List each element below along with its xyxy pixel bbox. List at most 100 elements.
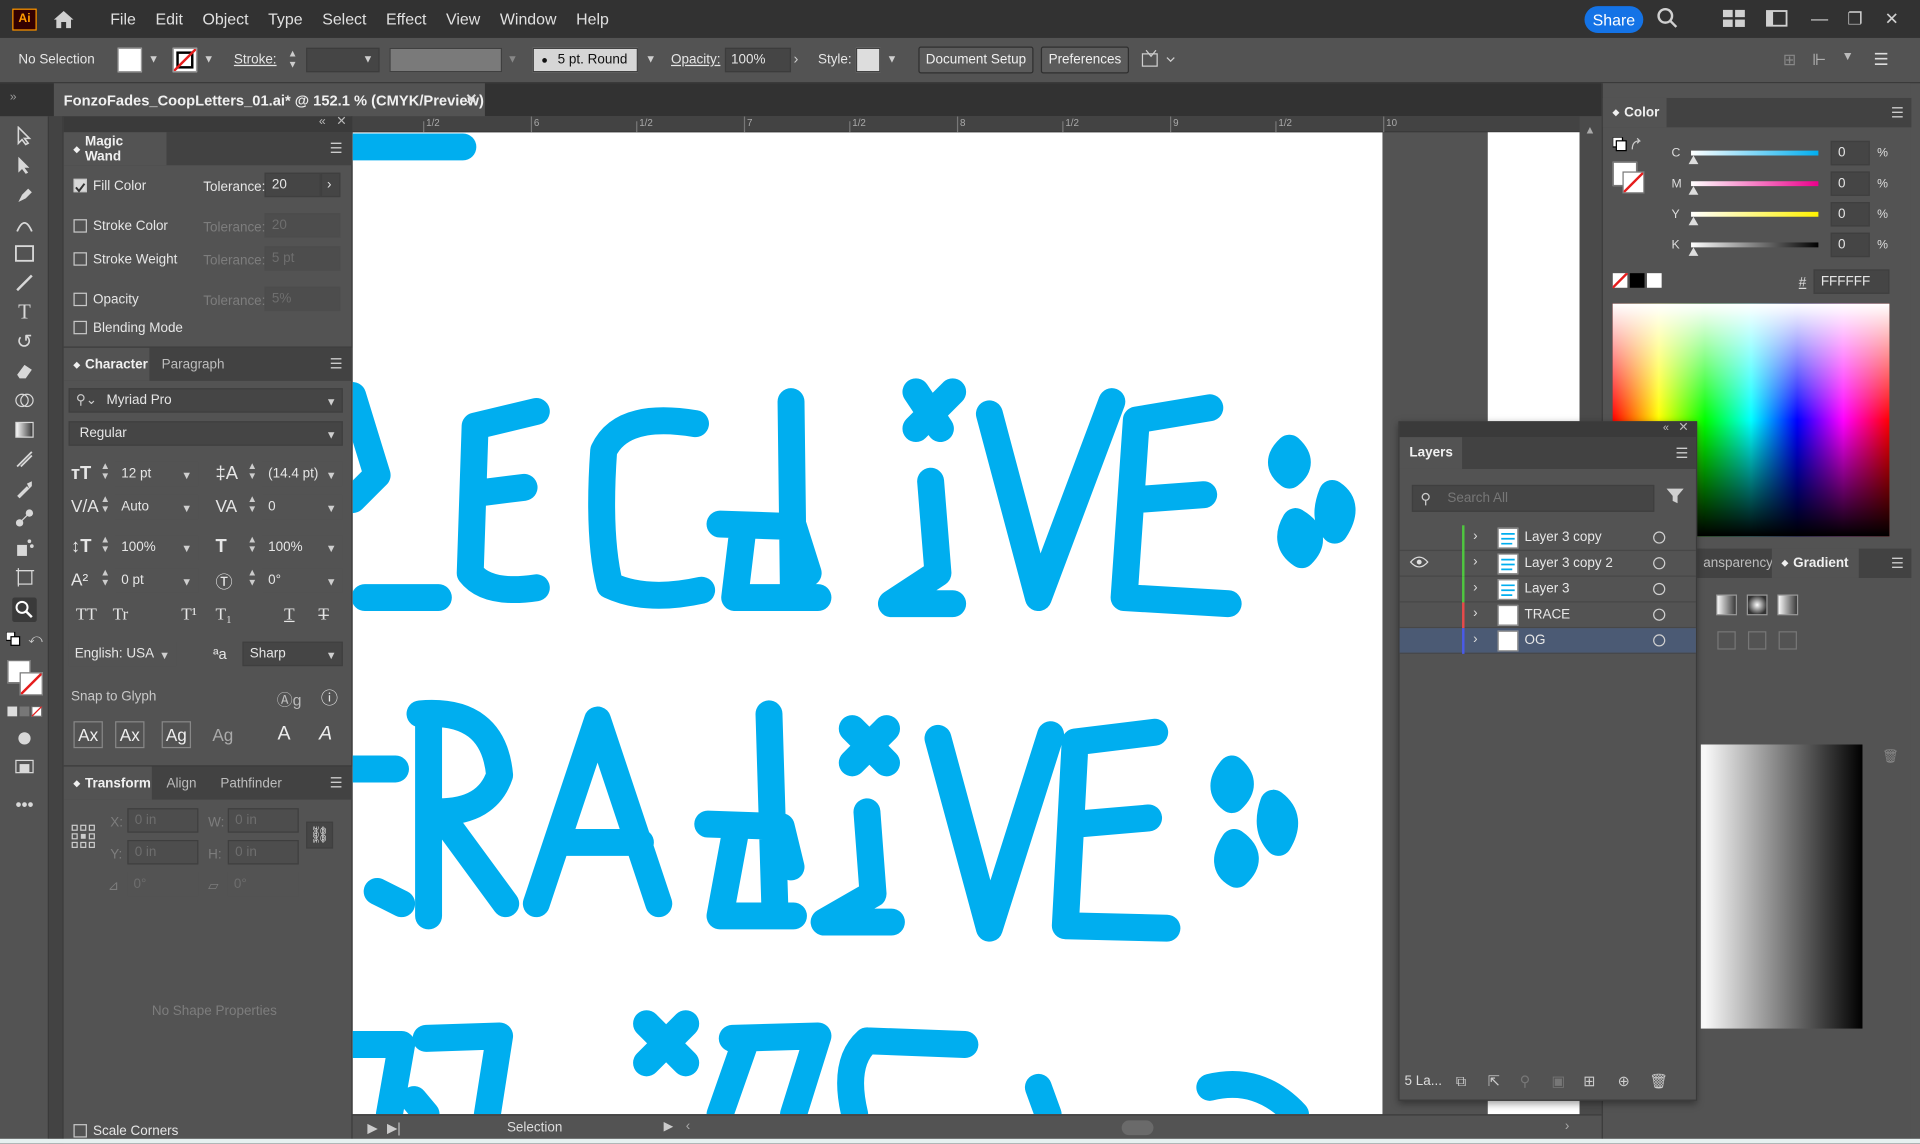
- new-sublayer-icon[interactable]: ⊞: [1583, 1073, 1595, 1090]
- layers-search-input[interactable]: Search All: [1411, 484, 1655, 512]
- stroke-color-icon[interactable]: [19, 672, 43, 696]
- align-icon[interactable]: ⊞: [1783, 50, 1796, 70]
- default-colors-icon[interactable]: [5, 631, 22, 648]
- channel-value-input[interactable]: 0: [1830, 140, 1870, 166]
- symbol-sprayer-tool-icon[interactable]: [12, 535, 36, 559]
- font-family-input[interactable]: Myriad Pro: [68, 388, 343, 413]
- scale-corners-checkbox[interactable]: [73, 1124, 87, 1138]
- snap-baseline-icon[interactable]: Ax: [73, 721, 103, 749]
- fill-color-checkbox[interactable]: [73, 178, 87, 193]
- stroke-swatch[interactable]: [172, 47, 198, 73]
- expand-chevron-icon[interactable]: ›: [1473, 632, 1477, 647]
- baseline-stepper[interactable]: ▲ ▼: [100, 568, 110, 588]
- leading-stepper[interactable]: ▲ ▼: [247, 461, 257, 482]
- slider-handle[interactable]: [1688, 155, 1699, 165]
- paintbrush-tool-icon[interactable]: [12, 271, 36, 295]
- curvature-tool-icon[interactable]: [12, 212, 36, 236]
- slider-handle[interactable]: [1688, 216, 1699, 226]
- chevron-down-icon[interactable]: ▼: [326, 542, 337, 554]
- tab-magic-wand[interactable]: ◆ Magic Wand: [63, 132, 167, 166]
- menu-select[interactable]: Select: [312, 10, 376, 28]
- close-tab-icon[interactable]: ✕: [465, 91, 477, 108]
- target-circle-icon[interactable]: [1653, 531, 1666, 544]
- constrain-proportions-icon[interactable]: ⛓: [306, 821, 334, 849]
- status-menu-icon[interactable]: ▶: [664, 1120, 673, 1133]
- scroll-up-icon[interactable]: ▲: [1585, 124, 1596, 136]
- channel-value-input[interactable]: 0: [1830, 232, 1870, 258]
- expand-chevron-icon[interactable]: ›: [1473, 580, 1477, 595]
- chevron-right-icon[interactable]: ›: [793, 50, 798, 67]
- snap-angular-icon[interactable]: A: [269, 721, 298, 748]
- draw-mode-icon[interactable]: [12, 726, 36, 750]
- channel-slider[interactable]: [1691, 242, 1819, 248]
- none-white-black-swatches[interactable]: [1611, 272, 1667, 293]
- collapse-panels-icon[interactable]: «: [319, 115, 326, 128]
- close-panels-icon[interactable]: ✕: [336, 115, 346, 128]
- tab-transparency[interactable]: ansparency: [1693, 549, 1782, 578]
- panel-menu-icon[interactable]: ☰: [1891, 104, 1904, 121]
- target-circle-icon[interactable]: [1653, 608, 1666, 621]
- arrange-documents-icon[interactable]: [1141, 49, 1175, 75]
- chevron-down-icon[interactable]: ▼: [326, 396, 337, 408]
- visibility-eye-icon[interactable]: [1409, 632, 1431, 649]
- fill-tolerance-input[interactable]: 20: [264, 172, 321, 198]
- chevron-down-icon[interactable]: ▼: [203, 53, 214, 65]
- opacity-label[interactable]: Opacity:: [671, 53, 720, 68]
- eyedropper-tool-icon[interactable]: [12, 476, 36, 500]
- channel-value-input[interactable]: 0: [1830, 202, 1870, 227]
- control-menu-icon[interactable]: ☰: [1873, 49, 1888, 70]
- info-icon[interactable]: ⓘ: [321, 686, 338, 710]
- document-setup-button[interactable]: Document Setup: [918, 46, 1034, 74]
- target-circle-icon[interactable]: [1653, 557, 1666, 570]
- target-circle-icon[interactable]: [1653, 634, 1666, 647]
- layers-panel-titlebar[interactable]: « ✕: [1399, 421, 1696, 438]
- tab-color[interactable]: ◆ Color: [1602, 97, 1667, 128]
- chevron-down-icon[interactable]: ▼: [326, 429, 337, 441]
- chevron-down-icon[interactable]: ▼: [507, 53, 518, 65]
- gradient-type-icons[interactable]: [1716, 593, 1802, 621]
- home-icon[interactable]: [51, 8, 75, 30]
- menu-file[interactable]: File: [100, 10, 145, 28]
- menu-help[interactable]: Help: [566, 10, 618, 28]
- tracking-stepper[interactable]: ▲ ▼: [247, 494, 257, 515]
- share-button[interactable]: Share: [1584, 6, 1644, 34]
- fill-stroke-mini-icon[interactable]: [1612, 136, 1645, 160]
- opacity-field[interactable]: 100%: [724, 47, 792, 73]
- tab-character[interactable]: ◆ Character: [63, 347, 150, 381]
- pen-tool-icon[interactable]: [12, 182, 36, 206]
- subscript-icon[interactable]: T₁: [216, 606, 232, 626]
- underline-icon[interactable]: T: [284, 606, 294, 626]
- export-icon[interactable]: ⇱: [1488, 1073, 1500, 1090]
- blend-tool-icon[interactable]: [12, 506, 36, 530]
- fill-swatch[interactable]: [117, 47, 143, 73]
- channel-slider[interactable]: [1691, 211, 1819, 217]
- color-stroke-swatch[interactable]: [1622, 171, 1645, 194]
- shape-builder-tool-icon[interactable]: [12, 388, 36, 412]
- chevron-down-icon[interactable]: ▼: [181, 576, 192, 588]
- kerning-stepper[interactable]: ▲ ▼: [100, 494, 110, 515]
- minimize-icon[interactable]: —: [1807, 7, 1831, 29]
- menu-type[interactable]: Type: [258, 10, 312, 28]
- menu-view[interactable]: View: [436, 10, 490, 28]
- eraser-tool-icon[interactable]: [12, 359, 36, 383]
- panel-menu-icon[interactable]: ☰: [1891, 555, 1904, 572]
- snap-x-height-icon[interactable]: Ax: [115, 721, 145, 749]
- all-caps-icon[interactable]: TT: [76, 606, 97, 626]
- visibility-eye-icon[interactable]: [1409, 529, 1431, 546]
- transform-icon[interactable]: ⊩: [1812, 50, 1826, 70]
- layer-row[interactable]: › OG: [1399, 628, 1696, 654]
- stroke-weight-checkbox[interactable]: [73, 252, 87, 266]
- visibility-eye-icon[interactable]: [1409, 606, 1431, 623]
- chevron-down-icon[interactable]: ▼: [159, 649, 170, 661]
- channel-slider[interactable]: [1691, 150, 1819, 156]
- stroke-color-checkbox[interactable]: [73, 219, 87, 233]
- strikethrough-icon[interactable]: T: [318, 606, 328, 626]
- channel-slider[interactable]: [1691, 181, 1819, 187]
- scroll-left-icon[interactable]: ‹: [686, 1119, 690, 1134]
- screen-mode-icon[interactable]: [12, 756, 36, 780]
- artboard-tool-icon[interactable]: [12, 564, 36, 588]
- zoom-tool-icon[interactable]: [12, 597, 37, 623]
- collapse-toolbar-icon[interactable]: »: [10, 91, 17, 104]
- size-stepper[interactable]: ▲ ▼: [100, 461, 110, 482]
- collapse-icon[interactable]: «: [1663, 421, 1669, 433]
